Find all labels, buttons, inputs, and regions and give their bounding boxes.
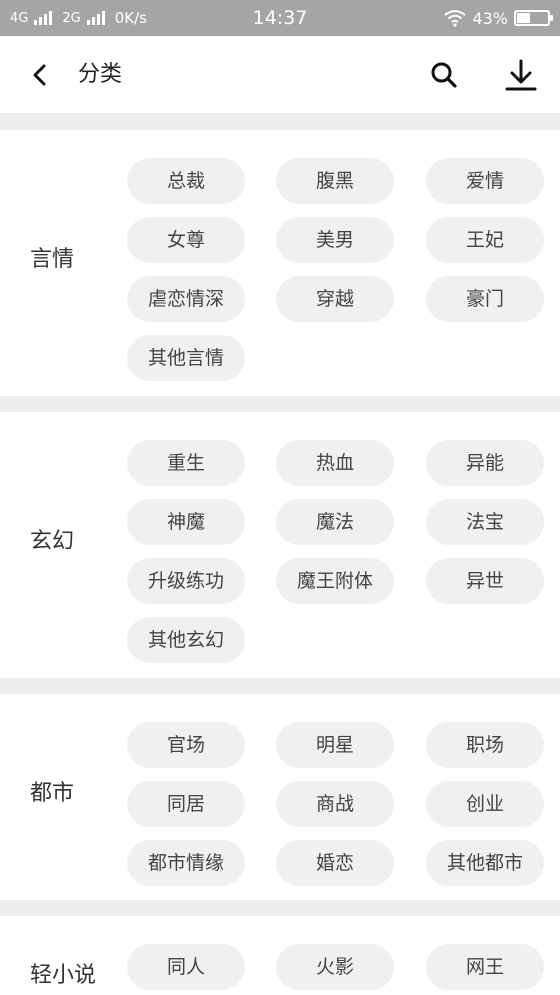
tag-button[interactable]: 都市情缘 <box>127 840 245 886</box>
tag-button[interactable]: 异能 <box>426 440 544 486</box>
tag-button[interactable]: 其他玄幻 <box>127 617 245 663</box>
chevron-left-icon <box>33 64 46 86</box>
page-title: 分类 <box>78 62 123 87</box>
tag-button[interactable]: 美男 <box>276 217 394 263</box>
tag-button[interactable]: 其他都市 <box>426 840 544 886</box>
category-section: 都市 官场 明星 职场同居 商战 创业都市情缘 婚恋 其他都市 <box>0 694 560 900</box>
wifi-icon <box>444 10 467 27</box>
tag-button[interactable]: 同居 <box>127 781 245 827</box>
category-title: 轻小说 <box>30 963 97 988</box>
category-title: 言情 <box>30 247 75 272</box>
category-section: 言情 总裁 腹黑 爱情女尊 美男 王妃虐恋情深 穿越 豪门其他言情 <box>0 130 560 396</box>
category-list[interactable]: 言情 总裁 腹黑 爱情女尊 美男 王妃虐恋情深 穿越 豪门其他言情玄幻 重生 热血 异能神魔 魔法 法宝… <box>0 114 560 995</box>
status-bar: 4G 2G 0K/s 14:37 43% <box>0 0 560 36</box>
tag-button[interactable]: 虐恋情深 <box>127 276 245 322</box>
tag-button[interactable]: 网王 <box>426 944 544 990</box>
tag-button[interactable]: 异世 <box>426 558 544 604</box>
tag-button[interactable]: 总裁 <box>127 158 245 204</box>
download-icon <box>505 59 537 91</box>
tag-button[interactable]: 职场 <box>426 722 544 768</box>
tag-button[interactable]: 官场 <box>127 722 245 768</box>
search-icon <box>431 62 457 88</box>
status-right: 43% <box>444 0 553 36</box>
category-section: 玄幻 重生 热血 异能神魔 魔法 法宝升级练功 魔王附体 异世其他玄幻 <box>0 412 560 678</box>
tag-button[interactable]: 其他言情 <box>127 335 245 381</box>
tag-button[interactable]: 豪门 <box>426 276 544 322</box>
tag-button[interactable]: 热血 <box>276 440 394 486</box>
battery-percent: 43% <box>472 8 508 28</box>
battery-fill <box>517 13 530 23</box>
tag-button[interactable]: 神魔 <box>127 499 245 545</box>
tag-button[interactable]: 王妃 <box>426 217 544 263</box>
category-section: 轻小说 同人 火影 网王 <box>0 916 560 995</box>
tag-button[interactable]: 魔法 <box>276 499 394 545</box>
tag-button[interactable]: 创业 <box>426 781 544 827</box>
tag-button[interactable]: 重生 <box>127 440 245 486</box>
tag-button[interactable]: 火影 <box>276 944 394 990</box>
tag-button[interactable]: 魔王附体 <box>276 558 394 604</box>
battery-icon <box>514 10 553 26</box>
tag-button[interactable]: 升级练功 <box>127 558 245 604</box>
tag-button[interactable]: 腹黑 <box>276 158 394 204</box>
tag-button[interactable]: 女尊 <box>127 217 245 263</box>
tag-button[interactable]: 婚恋 <box>276 840 394 886</box>
category-title: 都市 <box>30 781 75 806</box>
tag-button[interactable]: 商战 <box>276 781 394 827</box>
tag-button[interactable]: 同人 <box>127 944 245 990</box>
search-button[interactable] <box>426 57 462 93</box>
tag-button[interactable]: 法宝 <box>426 499 544 545</box>
category-title: 玄幻 <box>30 529 75 554</box>
tag-button[interactable]: 穿越 <box>276 276 394 322</box>
back-button[interactable] <box>22 57 58 93</box>
tag-button[interactable]: 爱情 <box>426 158 544 204</box>
download-button[interactable] <box>502 55 540 95</box>
tag-button[interactable]: 明星 <box>276 722 394 768</box>
app-bar: 分类 <box>0 36 560 114</box>
